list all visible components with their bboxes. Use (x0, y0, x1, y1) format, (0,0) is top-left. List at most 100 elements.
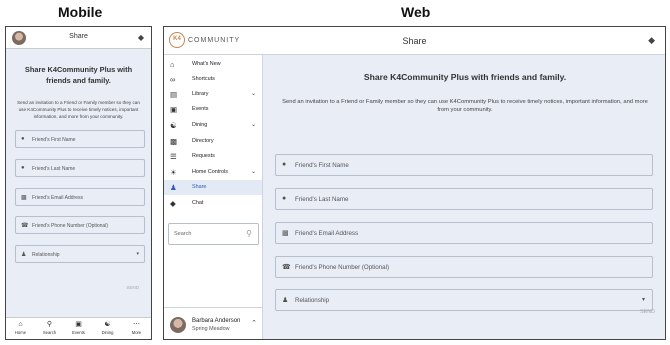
last-name-placeholder: Friend's Last Name (32, 166, 76, 172)
sidebar-item-label: Home Controls (192, 169, 228, 175)
person-icon: ● (21, 136, 25, 142)
share-description: Send an invitation to a Friend or Family… (282, 99, 648, 114)
tab-events[interactable]: ▣ Events (65, 318, 93, 339)
send-button[interactable]: SEND (640, 309, 655, 315)
relationship-placeholder: Relationship (295, 297, 330, 304)
tab-more[interactable]: ⋯ More (123, 318, 151, 339)
web-top-bar: K4 COMMUNITY Share ◆ (164, 27, 665, 55)
email-card-icon: ▩ (282, 230, 289, 237)
web-screen: K4 COMMUNITY Share ◆ ⌂ What's New ∞ Shor… (163, 26, 666, 340)
sidebar-item-share[interactable]: ♟ Share (164, 180, 262, 195)
sidebar-item-requests[interactable]: ☰ Requests (164, 149, 262, 164)
phone-field[interactable]: ☎ Friend's Phone Number (Optional) (15, 216, 145, 234)
user-profile[interactable]: Barbara Anderson Spring Meadow ⌃ (164, 307, 263, 339)
home-icon: ⌂ (170, 60, 175, 69)
sidebar-item-events[interactable]: ▣ Events (164, 102, 262, 117)
email-placeholder: Friend's Email Address (32, 195, 83, 201)
sidebar-item-chat[interactable]: ◆ Chat (164, 196, 262, 211)
page-title: Share (69, 33, 88, 40)
last-name-field[interactable]: ● Friend's Last Name (275, 188, 653, 210)
sidebar-item-label: Directory (192, 138, 214, 144)
people-icon: ♟ (282, 297, 289, 304)
chevron-up-icon: ⌃ (251, 320, 257, 327)
first-name-placeholder: Friend's First Name (32, 137, 76, 143)
sidebar: ⌂ What's New ∞ Shortcuts ▤ Library ⌄ ▣ E… (164, 55, 263, 339)
id-card-icon: ▩ (170, 137, 178, 146)
people-icon: ♟ (170, 183, 177, 192)
chevron-down-icon: ⌄ (250, 122, 256, 128)
email-placeholder: Friend's Email Address (295, 230, 359, 237)
tab-label: Home (14, 330, 27, 335)
send-button[interactable]: SEND (126, 285, 139, 290)
utensils-icon: ☯ (170, 121, 177, 130)
sidebar-item-label: Shortcuts (192, 76, 215, 82)
sidebar-item-label: Chat (192, 200, 204, 206)
chevron-down-icon: ⌄ (250, 91, 256, 97)
phone-placeholder: Friend's Phone Number (Optional) (32, 223, 108, 229)
search-icon: ⚲ (246, 229, 252, 238)
chevron-down-icon: ⌄ (250, 169, 256, 175)
sidebar-item-directory[interactable]: ▩ Directory (164, 134, 262, 149)
sidebar-item-label: What's New (192, 61, 221, 67)
utensils-icon: ☯ (104, 321, 111, 328)
phone-icon: ☎ (282, 264, 291, 271)
chat-icon[interactable]: ◆ (138, 33, 144, 42)
phone-field[interactable]: ☎ Friend's Phone Number (Optional) (275, 256, 653, 278)
user-location: Spring Meadow (192, 326, 230, 332)
share-heading: Share K4Community Plus with friends and … (363, 72, 567, 82)
chat-icon[interactable]: ◆ (648, 35, 655, 46)
tab-search[interactable]: ⚲ Search (36, 318, 64, 339)
sidebar-item-label: Library (192, 91, 209, 97)
lightbulb-icon: ☀ (170, 168, 177, 177)
avatar (170, 317, 186, 333)
email-field[interactable]: ▩ Friend's Email Address (15, 188, 145, 206)
more-icon: ⋯ (133, 321, 140, 328)
book-icon: ▤ (170, 90, 178, 99)
phone-icon: ☎ (21, 223, 29, 229)
tab-label: Dining (101, 330, 114, 335)
email-card-icon: ▩ (21, 195, 27, 201)
search-icon: ⚲ (46, 321, 53, 328)
calendar-icon: ▣ (170, 105, 178, 114)
sidebar-item-home-controls[interactable]: ☀ Home Controls ⌄ (164, 165, 262, 180)
person-icon: ● (21, 165, 25, 171)
sidebar-item-shortcuts[interactable]: ∞ Shortcuts (164, 72, 262, 87)
tab-label: Search (42, 330, 57, 335)
person-icon: ● (282, 161, 287, 168)
link-icon: ∞ (170, 75, 176, 84)
sidebar-item-library[interactable]: ▤ Library ⌄ (164, 87, 262, 102)
share-description: Send an invitation to a Friend or Family… (17, 100, 140, 119)
page-title: Share (402, 36, 427, 46)
list-icon: ☰ (170, 152, 177, 161)
first-name-field[interactable]: ● Friend's First Name (15, 130, 145, 148)
sidebar-item-label: Requests (192, 153, 215, 159)
last-name-placeholder: Friend's Last Name (295, 196, 349, 203)
email-field[interactable]: ▩ Friend's Email Address (275, 222, 653, 244)
sidebar-item-whats-new[interactable]: ⌂ What's New (164, 57, 262, 72)
sidebar-item-dining[interactable]: ☯ Dining ⌄ (164, 118, 262, 133)
tab-label: More (131, 330, 142, 335)
sidebar-item-label: Share (192, 184, 207, 190)
first-name-placeholder: Friend's First Name (295, 162, 349, 169)
relationship-select[interactable]: ♟ Relationship ▾ (275, 289, 653, 311)
main-content: Share K4Community Plus with friends and … (263, 55, 665, 339)
user-name: Barbara Anderson (192, 318, 241, 324)
tab-home[interactable]: ⌂ Home (7, 318, 35, 339)
tab-dining[interactable]: ☯ Dining (94, 318, 122, 339)
home-icon: ⌂ (18, 321, 23, 328)
web-heading: Web (401, 4, 431, 20)
mobile-screen: Share ◆ Share K4Community Plus with frie… (5, 26, 152, 340)
sidebar-item-label: Events (192, 106, 209, 112)
search-input[interactable]: Search ⚲ (168, 223, 259, 245)
last-name-field[interactable]: ● Friend's Last Name (15, 159, 145, 177)
chevron-down-icon: ▾ (641, 297, 645, 303)
relationship-placeholder: Relationship (32, 252, 60, 258)
first-name-field[interactable]: ● Friend's First Name (275, 154, 653, 176)
relationship-select[interactable]: ♟ Relationship ▾ (15, 245, 145, 263)
sidebar-item-label: Dining (192, 122, 208, 128)
bottom-tab-bar: ⌂ Home ⚲ Search ▣ Events ☯ Dining ⋯ More (6, 317, 151, 339)
chevron-down-icon: ▾ (136, 251, 139, 257)
people-icon: ♟ (21, 252, 27, 258)
tab-label: Events (72, 330, 85, 335)
calendar-icon: ▣ (75, 321, 82, 328)
